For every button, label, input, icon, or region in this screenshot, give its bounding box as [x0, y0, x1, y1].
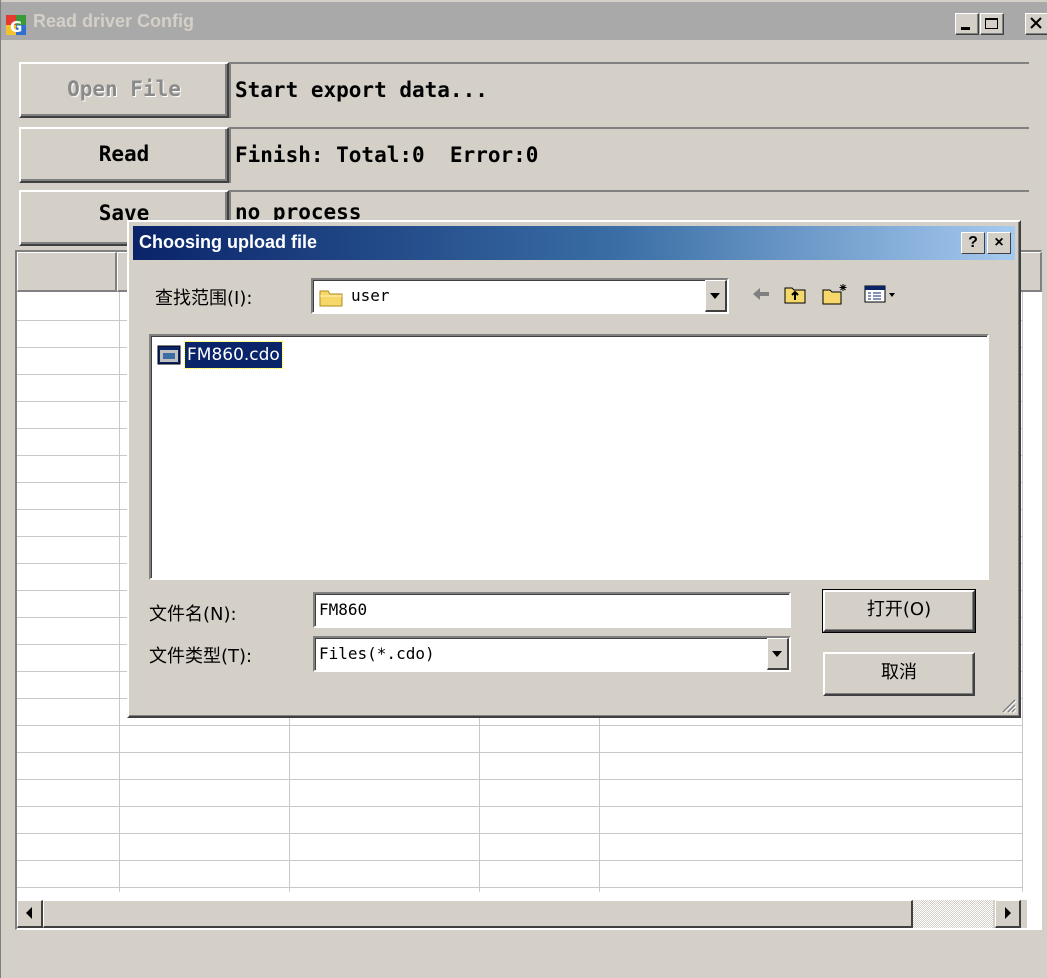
grid-header-cell[interactable] — [17, 252, 117, 292]
cancel-button[interactable]: 取消 — [823, 652, 975, 696]
view-menu-icon[interactable] — [863, 282, 901, 306]
dialog-title: Choosing upload file — [139, 232, 317, 252]
filetype-value: Files(*.cdo) — [319, 644, 435, 663]
file-list[interactable]: FM860.cdo — [149, 334, 989, 580]
grid-row-line — [17, 752, 1022, 753]
open-file-button[interactable]: Open File — [19, 62, 229, 118]
app-icon: G — [6, 15, 26, 36]
grid-row-line — [17, 833, 1022, 834]
svg-text:G: G — [10, 18, 22, 36]
look-in-combo[interactable]: user — [311, 278, 729, 314]
scroll-track-remainder[interactable] — [913, 900, 993, 928]
chevron-down-icon — [710, 293, 720, 299]
close-icon — [1030, 17, 1042, 29]
help-button[interactable]: ? — [961, 232, 985, 254]
main-window: G Read driver Config Open File Read Save… — [0, 0, 1047, 978]
new-folder-icon[interactable] — [821, 282, 849, 306]
close-button[interactable] — [1025, 13, 1047, 35]
file-name[interactable]: FM860.cdo — [184, 341, 283, 369]
window-title: Read driver Config — [33, 11, 195, 31]
scroll-right-button[interactable] — [995, 900, 1021, 928]
grid-row-line — [17, 779, 1022, 780]
dialog-title-bar[interactable]: Choosing upload file ? × — [133, 226, 1015, 260]
up-folder-icon[interactable] — [783, 282, 809, 306]
maximize-icon — [985, 18, 998, 29]
upload-file-dialog: Choosing upload file ? × 查找范围(I): user F… — [127, 220, 1021, 718]
size-grip-icon[interactable] — [999, 696, 1017, 714]
look-in-dropdown-button[interactable] — [705, 280, 727, 312]
filetype-combo[interactable]: Files(*.cdo) — [313, 636, 791, 672]
scroll-right-icon — [1005, 907, 1011, 919]
grid-row-line — [17, 725, 1022, 726]
title-bar[interactable]: G Read driver Config — [1, 0, 1047, 40]
read-button[interactable]: Read — [19, 127, 229, 183]
file-icon — [157, 345, 181, 365]
minimize-icon — [961, 27, 970, 30]
filename-value: FM860 — [319, 600, 368, 619]
filetype-dropdown-button[interactable] — [767, 638, 789, 670]
filename-label: 文件名(N): — [149, 604, 237, 625]
status-line-1: Start export data... — [235, 78, 488, 102]
filetype-label: 文件类型(T): — [149, 646, 253, 667]
filename-input[interactable]: FM860 — [313, 592, 791, 628]
chevron-down-icon — [772, 651, 782, 657]
maximize-button[interactable] — [980, 13, 1004, 35]
grid-row-line — [17, 887, 1022, 888]
scroll-thumb[interactable] — [43, 900, 913, 928]
horizontal-scrollbar[interactable] — [17, 900, 1027, 928]
scroll-left-button[interactable] — [17, 900, 43, 928]
folder-icon — [319, 290, 343, 307]
grid-row-line — [17, 806, 1022, 807]
dialog-close-button[interactable]: × — [987, 232, 1011, 254]
status-line-2: Finish: Total:0 Error:0 — [235, 143, 539, 167]
grid-right-strip — [1022, 292, 1042, 892]
scroll-left-icon — [26, 907, 32, 919]
look-in-label: 查找范围(I): — [155, 288, 253, 309]
minimize-button[interactable] — [955, 13, 979, 35]
grid-row-line — [17, 860, 1022, 861]
look-in-value: user — [351, 286, 390, 305]
open-button[interactable]: 打开(O) — [822, 589, 976, 633]
grid-column-divider — [119, 292, 120, 892]
back-arrow-icon[interactable] — [749, 282, 773, 306]
